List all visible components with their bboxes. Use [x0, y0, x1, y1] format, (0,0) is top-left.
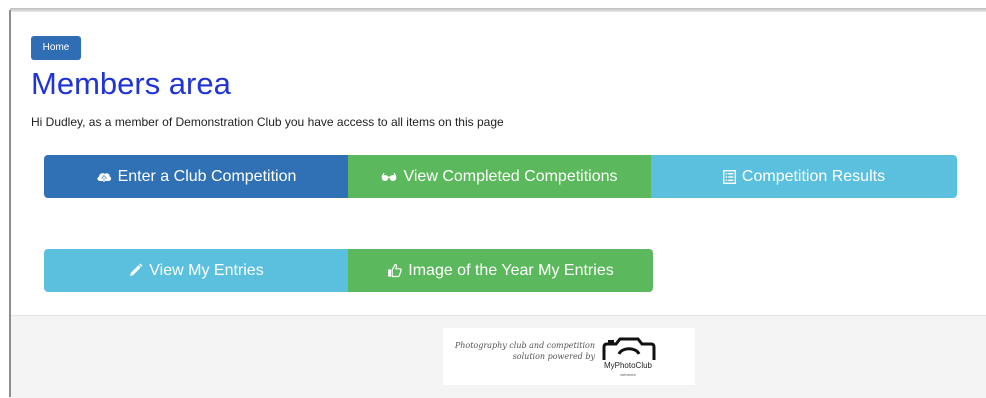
home-breadcrumb-button[interactable]: Home — [31, 36, 81, 60]
screenshot-frame: Home Members area Hi Dudley, as a member… — [0, 0, 986, 398]
view-my-entries-button[interactable]: View My Entries — [44, 249, 348, 292]
view-my-entries-label: View My Entries — [149, 262, 264, 279]
enter-club-competition-label: Enter a Club Competition — [117, 168, 297, 185]
cloud-upload-icon — [96, 170, 112, 184]
footer-tagline-line-1: Photography club and competition — [454, 341, 595, 350]
enter-club-competition-button[interactable]: Enter a Club Competition — [44, 155, 348, 198]
eyeglasses-icon — [381, 172, 398, 182]
pencil-icon — [128, 263, 143, 278]
competition-results-label: Competition Results — [741, 168, 886, 185]
image-of-the-year-entries-label: Image of the Year My Entries — [408, 262, 614, 279]
thumbs-up-icon — [387, 263, 403, 278]
member-greeting: Hi Dudley, as a member of Demonstration … — [31, 115, 504, 129]
powered-by-logo[interactable]: Photography club and competition solutio… — [443, 328, 695, 385]
footer-tagline: Photography club and competition solutio… — [447, 340, 595, 362]
competition-results-button[interactable]: Competition Results — [651, 155, 957, 198]
brand-subtitle: websites — [620, 372, 636, 377]
image-of-the-year-entries-button[interactable]: Image of the Year My Entries — [348, 249, 653, 292]
brand-name: MyPhotoClub — [603, 361, 653, 370]
view-completed-competitions-button[interactable]: View Completed Competitions — [348, 155, 651, 198]
view-completed-competitions-label: View Completed Competitions — [403, 168, 618, 185]
list-icon — [722, 169, 736, 184]
page-title: Members area — [31, 66, 231, 101]
footer-tagline-line-2: solution powered by — [512, 352, 595, 361]
